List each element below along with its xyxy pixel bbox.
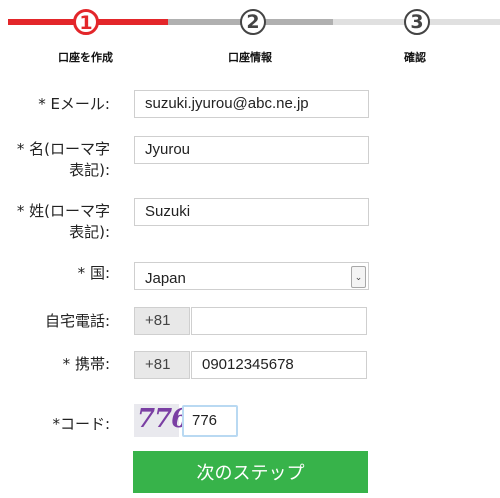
chevron-down-icon[interactable]: ⌄ [351,266,366,288]
captcha-text: 776 [137,404,189,434]
mobile-label: * 携帯: [62,355,110,373]
home-phone-country-code: +81 [134,307,190,335]
code-field[interactable]: 776 [182,405,238,437]
last-name-label-line2: 表記): [69,223,110,241]
step-1-indicator: 1 [73,9,99,35]
mobile-field[interactable]: 09012345678 [191,351,367,379]
home-phone-field[interactable] [191,307,367,335]
country-label: * 国: [77,264,110,282]
captcha-image: 776 [134,404,189,437]
last-name-label-line1: * 姓(ローマ字 [16,202,110,220]
first-name-label-line1: * 名(ローマ字 [16,140,110,158]
home-phone-label: 自宅電話: [44,312,110,330]
country-value: Japan [145,270,186,287]
mobile-country-code: +81 [134,351,190,379]
last-name-field[interactable]: Suzuki [134,198,369,226]
first-name-field[interactable]: Jyurou [134,136,369,164]
email-field[interactable]: suzuki.jyurou@abc.ne.jp [134,90,369,118]
step-3-indicator: 3 [404,9,430,35]
step-2-label: 口座情報 [228,51,272,64]
email-label: * Eメール: [38,95,110,113]
step-1-label: 口座を作成 [58,51,113,64]
country-select[interactable]: Japan ⌄ [134,262,369,290]
first-name-label-line2: 表記): [69,161,110,179]
code-label: *コード: [52,415,110,433]
step-2-indicator: 2 [240,9,266,35]
step-3-label: 確認 [404,51,426,64]
next-step-button[interactable]: 次のステップ [133,451,368,493]
